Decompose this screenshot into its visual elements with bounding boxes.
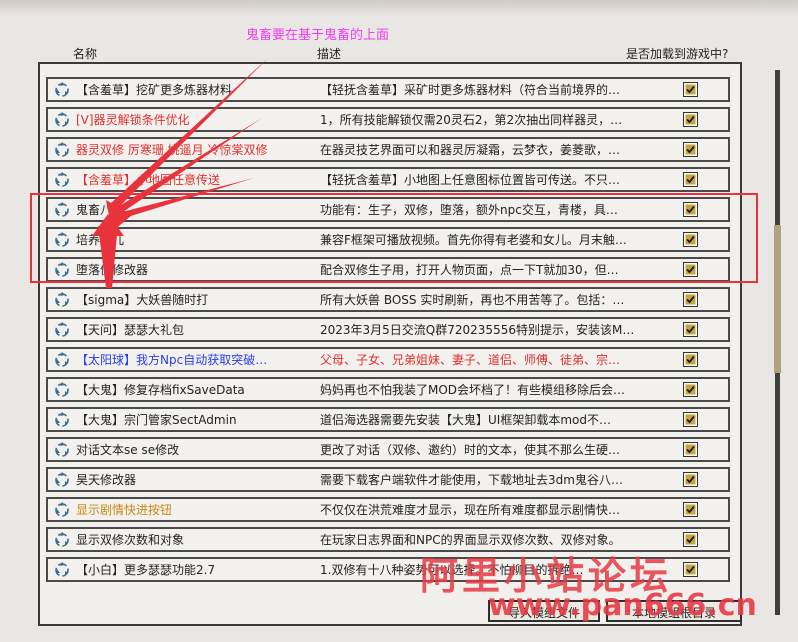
mod-recycle-icon xyxy=(55,292,69,307)
mod-name: 【大鬼】宗门管家SectAdmin xyxy=(76,413,237,427)
mod-row[interactable]: 【含羞草】挖矿更多炼器材料 【轻抚含羞草】采矿时更多炼器材料（符合当前境界的… xyxy=(46,77,730,102)
mod-name: 【小白】更多瑟瑟功能2.7 xyxy=(76,563,216,577)
mod-description: 【轻抚含羞草】小地图上任意图标位置皆可传送。不只… xyxy=(320,173,621,187)
mod-description: 道侣海选器需要先安装【大鬼】UI框架卸载本mod不… xyxy=(320,413,611,427)
mod-row[interactable]: 昊天修改器 需要下载客户端软件才能使用，下载地址去3dm鬼谷八… xyxy=(46,467,730,492)
check-icon xyxy=(685,414,696,425)
check-icon xyxy=(685,384,696,395)
check-icon xyxy=(685,444,696,455)
mod-recycle-icon xyxy=(55,112,69,127)
scrollbar-thumb[interactable] xyxy=(774,225,781,373)
mod-recycle-icon xyxy=(55,472,69,487)
mod-name: 【含羞草】挖矿更多炼器材料 xyxy=(76,83,233,97)
mod-recycle-icon xyxy=(55,412,69,427)
mod-name: 对话文本se se修改 xyxy=(76,443,180,457)
mod-row[interactable]: 【天问】瑟瑟大礼包 2023年3月5日交流Q群720235556特别提示，安装该M… xyxy=(46,317,730,342)
top-border xyxy=(0,0,798,16)
check-icon xyxy=(685,114,696,125)
check-icon xyxy=(685,354,696,365)
mod-name: 【太阳球】我方Npc自动获取突破… xyxy=(76,353,268,367)
load-checkbox[interactable] xyxy=(683,382,698,397)
mod-name: 【天问】瑟瑟大礼包 xyxy=(76,323,185,337)
check-icon xyxy=(685,324,696,335)
mod-description: 妈妈再也不怕我装了MOD会坏档了！有些模组移除后会… xyxy=(320,383,626,397)
check-icon xyxy=(685,534,696,545)
load-checkbox[interactable] xyxy=(683,142,698,157)
mod-name: 【大鬼】修复存档fixSaveData xyxy=(76,383,245,397)
mod-row[interactable]: 【大鬼】宗门管家SectAdmin 道侣海选器需要先安装【大鬼】UI框架卸载本mo… xyxy=(46,407,730,432)
mod-description: 父母、子女、兄弟姐妹、妻子、道侣、师傅、徒弟、宗… xyxy=(320,353,621,367)
mod-description: 【轻抚含羞草】采矿时更多炼器材料（符合当前境界的… xyxy=(320,83,621,97)
load-checkbox[interactable] xyxy=(683,352,698,367)
mod-name: 器灵双修 厉寒珊 姚遥月 冷惊棠双修 xyxy=(76,143,268,157)
mod-name: 显示双修次数和对象 xyxy=(76,533,185,547)
check-icon xyxy=(685,84,696,95)
mod-recycle-icon xyxy=(55,502,69,517)
mod-description: 在器灵技艺界面可以和器灵厉凝霜，云梦衣，姜菱歌，… xyxy=(320,143,621,157)
mod-recycle-icon xyxy=(55,142,69,157)
annotation-title: 鬼畜要在基于鬼畜的上面 xyxy=(246,28,390,43)
mod-description: 2023年3月5日交流Q群720235556特别提示，安装该M… xyxy=(320,323,635,337)
mod-recycle-icon xyxy=(55,172,69,187)
mod-name: 昊天修改器 xyxy=(76,473,137,487)
mod-name: 【sigma】大妖兽随时打 xyxy=(76,293,209,307)
check-icon xyxy=(685,474,696,485)
load-checkbox[interactable] xyxy=(683,562,698,577)
mod-row[interactable]: 【含羞草】小地图任意传送 【轻抚含羞草】小地图上任意图标位置皆可传送。不只… xyxy=(46,167,730,192)
column-header-load: 是否加载到游戏中? xyxy=(626,47,729,61)
load-checkbox[interactable] xyxy=(683,172,698,187)
load-checkbox[interactable] xyxy=(683,532,698,547)
mod-row[interactable]: 显示剧情快进按钮 不仅仅在洪荒难度才显示，现在所有难度都显示剧情快… xyxy=(46,497,730,522)
load-checkbox[interactable] xyxy=(683,412,698,427)
mod-recycle-icon xyxy=(55,442,69,457)
check-icon xyxy=(685,504,696,515)
load-checkbox[interactable] xyxy=(683,322,698,337)
mod-row[interactable]: 【sigma】大妖兽随时打 所有大妖兽 BOSS 实时刷新，再也不用苦等了。包括：… xyxy=(46,287,730,312)
mod-description: 需要下载客户端软件才能使用，下载地址去3dm鬼谷八… xyxy=(320,473,623,487)
check-icon xyxy=(685,144,696,155)
mod-recycle-icon xyxy=(55,352,69,367)
mod-list[interactable]: 【含羞草】挖矿更多炼器材料 【轻抚含羞草】采矿时更多炼器材料（符合当前境界的… [V… xyxy=(38,62,742,626)
load-checkbox[interactable] xyxy=(683,502,698,517)
load-checkbox[interactable] xyxy=(683,472,698,487)
watermark-url: www.pan666.cn xyxy=(488,588,757,623)
check-icon xyxy=(685,294,696,305)
load-checkbox[interactable] xyxy=(683,112,698,127)
mod-recycle-icon xyxy=(55,82,69,97)
mod-name: [V]器灵解锁条件优化 xyxy=(76,113,190,127)
load-checkbox[interactable] xyxy=(683,442,698,457)
scrollbar[interactable] xyxy=(774,70,781,615)
mod-row[interactable]: 【大鬼】修复存档fixSaveData 妈妈再也不怕我装了MOD会坏档了！有些模组… xyxy=(46,377,730,402)
highlight-box xyxy=(30,193,758,283)
check-icon xyxy=(685,174,696,185)
mod-recycle-icon xyxy=(55,382,69,397)
mod-row[interactable]: 对话文本se se修改 更改了对话（双修、邀约）时的文本，使其不那么生硬… xyxy=(46,437,730,462)
mod-description: 1，所有技能解锁仅需20灵石2，第2次抽出同样器灵，… xyxy=(320,113,623,127)
mod-row[interactable]: [V]器灵解锁条件优化 1，所有技能解锁仅需20灵石2，第2次抽出同样器灵，… xyxy=(46,107,730,132)
mod-description: 更改了对话（双修、邀约）时的文本，使其不那么生硬… xyxy=(320,443,621,457)
mod-recycle-icon xyxy=(55,562,69,577)
mod-row[interactable]: 器灵双修 厉寒珊 姚遥月 冷惊棠双修 在器灵技艺界面可以和器灵厉凝霜，云梦衣，姜菱… xyxy=(46,137,730,162)
column-header-description: 描述 xyxy=(317,47,342,61)
mod-recycle-icon xyxy=(55,532,69,547)
load-checkbox[interactable] xyxy=(683,82,698,97)
mod-description: 不仅仅在洪荒难度才显示，现在所有难度都显示剧情快… xyxy=(320,503,621,517)
mod-name: 【含羞草】小地图任意传送 xyxy=(76,173,221,187)
mod-description: 所有大妖兽 BOSS 实时刷新，再也不用苦等了。包括：… xyxy=(320,293,625,307)
mod-recycle-icon xyxy=(55,322,69,337)
load-checkbox[interactable] xyxy=(683,292,698,307)
mod-row[interactable]: 【太阳球】我方Npc自动获取突破… 父母、子女、兄弟姐妹、妻子、道侣、师傅、徒弟、… xyxy=(46,347,730,372)
mod-name: 显示剧情快进按钮 xyxy=(76,503,173,517)
check-icon xyxy=(685,564,696,575)
column-header-name: 名称 xyxy=(73,47,98,61)
